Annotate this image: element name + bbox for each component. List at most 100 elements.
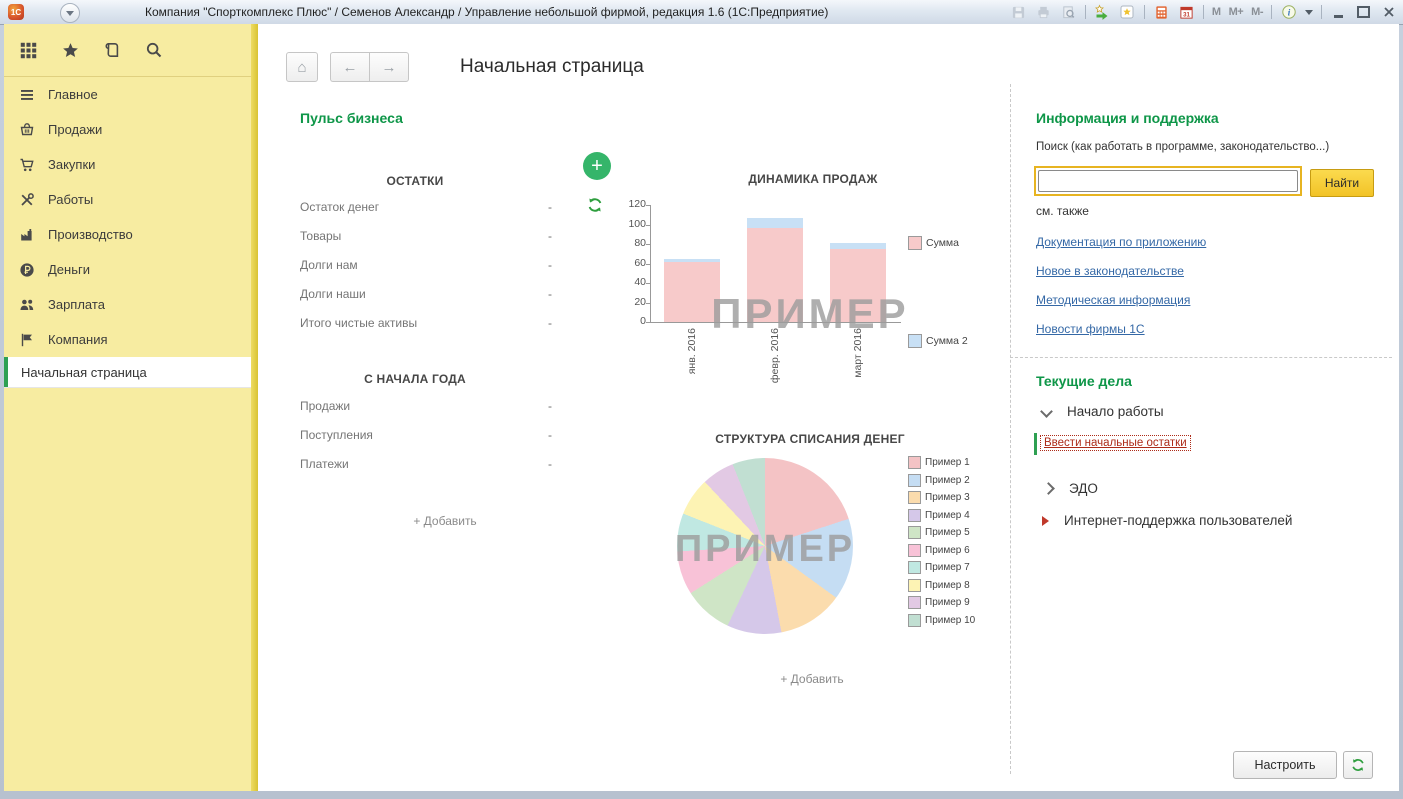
row-value: -: [548, 399, 552, 413]
info-icon[interactable]: i: [1280, 4, 1297, 21]
sidebar-item-purchases[interactable]: Закупки: [4, 147, 251, 182]
legend-label: Пример 6: [925, 544, 970, 556]
row-value: -: [548, 229, 552, 243]
sidebar-item-works[interactable]: Работы: [4, 182, 251, 217]
add-widget-button[interactable]: +: [583, 152, 611, 180]
maximize-icon[interactable]: [1355, 4, 1372, 21]
row-label: Долги нам: [300, 258, 358, 272]
sidebar-item-label: Главное: [48, 87, 98, 102]
legend-label: Пример 7: [925, 562, 970, 573]
legend-swatch: [908, 473, 921, 487]
section-title-business-pulse: Пульс бизнеса: [300, 110, 403, 126]
print-icon[interactable]: [1035, 4, 1052, 21]
sidebar-item-label: Производство: [48, 227, 133, 242]
calendar-icon[interactable]: 31: [1178, 4, 1195, 21]
factory-icon: [18, 226, 35, 243]
add-favorite-icon[interactable]: [1094, 4, 1111, 21]
balance-row: Остаток денег -: [300, 200, 552, 214]
see-also-label: см. также: [1036, 204, 1089, 218]
sidebar-item-label: Работы: [48, 192, 94, 207]
minimize-icon[interactable]: [1330, 4, 1347, 21]
y-axis-tick-label: 120: [628, 198, 646, 210]
link-1c-news[interactable]: Новости фирмы 1С: [1036, 322, 1145, 336]
find-button[interactable]: Найти: [1310, 169, 1374, 197]
toolbar-separator: [1321, 5, 1322, 19]
memory-subtract-button[interactable]: M-: [1251, 6, 1263, 18]
row-label: Продажи: [300, 399, 351, 413]
svg-text:31: 31: [1183, 11, 1190, 18]
todo-group-label: ЭДО: [1069, 481, 1098, 496]
add-indicator-link[interactable]: + Добавить: [300, 514, 590, 528]
legend-item: Пример 5: [908, 526, 975, 539]
sidebar-item-company[interactable]: Компания: [4, 322, 251, 357]
configure-button[interactable]: Настроить: [1233, 751, 1337, 779]
chart-title: ДИНАМИКА ПРОДАЖ: [748, 172, 878, 186]
search-icon[interactable]: [144, 40, 164, 60]
link-methodical-info[interactable]: Методическая информация: [1036, 293, 1190, 307]
home-icon: ⌂: [297, 58, 307, 76]
row-value: -: [548, 287, 552, 301]
basket-icon: [18, 121, 35, 138]
balance-row: Итого чистые активы -: [300, 316, 552, 330]
app-logo-1c-icon: 1С: [8, 4, 24, 20]
add-indicator-link[interactable]: + Добавить: [712, 672, 912, 686]
calculator-icon[interactable]: [1153, 4, 1170, 21]
legend-swatch: [908, 491, 921, 504]
legend-item: Пример 8: [908, 578, 975, 592]
plus-icon: +: [591, 155, 603, 177]
y-axis-tick-label: 80: [634, 237, 646, 249]
close-icon[interactable]: [1380, 4, 1397, 21]
legend-label: Пример 10: [925, 614, 976, 626]
star-icon[interactable]: [60, 40, 80, 60]
print-preview-icon[interactable]: [1060, 4, 1077, 21]
row-value: -: [548, 457, 552, 471]
row-label: Платежи: [300, 457, 349, 471]
legend-item: Пример 10: [908, 613, 976, 627]
sidebar-item-money[interactable]: Деньги: [4, 252, 251, 287]
todo-group-edo[interactable]: ЭДО: [1042, 481, 1098, 496]
legend-item: Пример 2: [908, 473, 975, 487]
panel-separator: [1010, 84, 1011, 774]
sidebar-item-production[interactable]: Производство: [4, 217, 251, 252]
legend-swatch: [908, 561, 921, 574]
memory-recall-button[interactable]: M: [1212, 6, 1221, 18]
legend-item: Пример 7: [908, 561, 975, 574]
sidebar-toolbar: [4, 24, 258, 77]
sidebar-item-label: Деньги: [48, 262, 90, 277]
legend-label: Сумма: [926, 237, 959, 249]
sidebar-edge-strip: [251, 24, 258, 791]
link-legislation-news[interactable]: Новое в законодательстве: [1036, 264, 1184, 278]
apps-grid-icon[interactable]: [18, 40, 38, 60]
home-button[interactable]: ⌂: [286, 52, 318, 82]
arrow-right-icon: →: [381, 58, 397, 76]
memory-add-button[interactable]: M+: [1229, 6, 1244, 18]
refresh-button[interactable]: [586, 196, 604, 219]
sidebar-item-sales[interactable]: Продажи: [4, 112, 251, 147]
pie-legend: Пример 1 Пример 2 Пример 3 Пример 4 Пример 5…: [908, 456, 975, 631]
link-documentation[interactable]: Документация по приложению: [1036, 235, 1206, 249]
toolbar-separator: [1202, 5, 1204, 19]
sidebar-item-salary[interactable]: Зарплата: [4, 287, 251, 322]
history-icon[interactable]: [102, 40, 122, 60]
legend-item: Пример 4: [908, 508, 975, 522]
forward-button[interactable]: →: [369, 52, 409, 82]
todo-group-getting-started[interactable]: Начало работы: [1040, 404, 1164, 419]
y-axis-tick-label: 100: [628, 217, 646, 230]
chevron-down-icon[interactable]: [1305, 9, 1313, 15]
y-axis-tick: [646, 224, 650, 226]
support-search-input[interactable]: [1038, 170, 1298, 192]
todo-group-internet-support[interactable]: Интернет-поддержка пользователей: [1042, 513, 1292, 528]
favorites-icon[interactable]: [1119, 4, 1136, 21]
sidebar-item-start-page[interactable]: Начальная страница: [4, 357, 251, 387]
legend-label: Пример 4: [925, 509, 970, 521]
sidebar-item-label: Продажи: [48, 122, 103, 137]
window-title: Компания "Спорткомплекс Плюс" / Семенов …: [145, 5, 829, 19]
sidebar-item-main[interactable]: Главное: [4, 77, 251, 112]
enter-opening-balances-link[interactable]: Ввести начальные остатки: [1040, 435, 1191, 451]
back-button[interactable]: ←: [330, 52, 369, 82]
save-icon[interactable]: [1010, 4, 1027, 21]
main-menu-button[interactable]: [60, 3, 80, 23]
row-label: Поступления: [300, 428, 373, 442]
refresh-button[interactable]: [1343, 751, 1373, 779]
sidebar-item-label: Зарплата: [48, 297, 105, 312]
